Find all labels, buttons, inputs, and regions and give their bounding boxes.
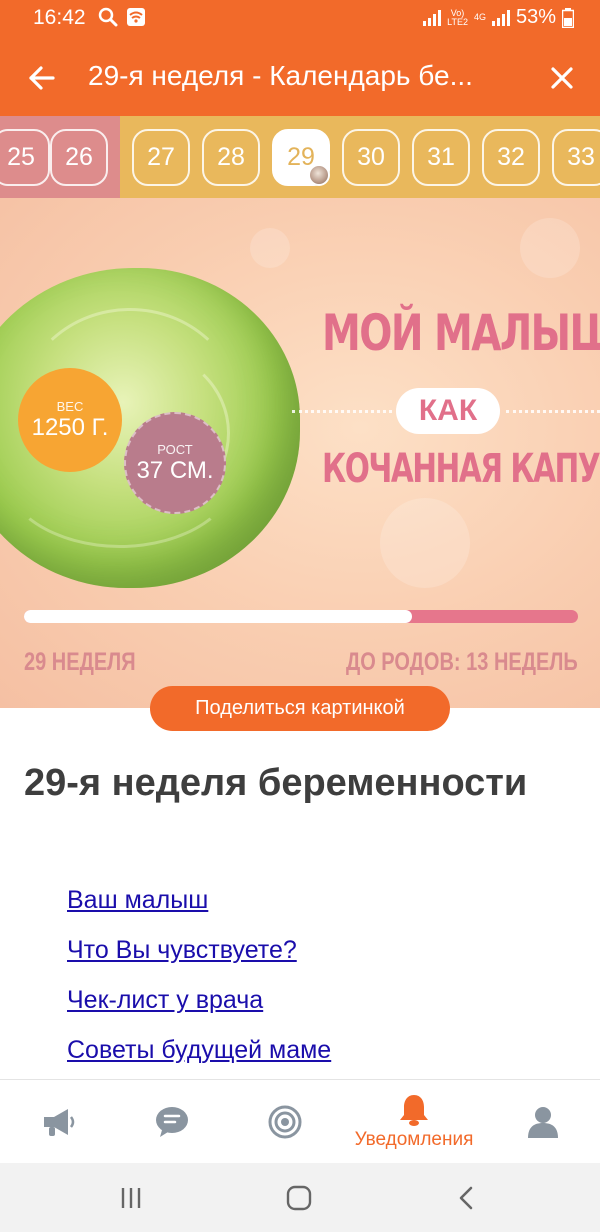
weight-badge: ВЕС 1250 Г. [18,368,122,472]
status-icons-left [98,7,146,27]
bokeh-decoration [250,228,290,268]
toc-link-baby[interactable]: Ваш малыш [67,880,331,930]
page-title: 29-я неделя - Календарь бе... [88,60,473,91]
system-back-button[interactable] [446,1180,486,1216]
toc-link-tips[interactable]: Советы будущей маме [67,1030,331,1080]
search-icon [98,7,118,27]
megaphone-icon [44,1109,75,1136]
share-image-button[interactable]: Поделиться картинкой [150,686,450,731]
close-icon [551,67,573,89]
app-bar: 29-я неделя - Календарь бе... [0,36,600,116]
chat-icon [156,1107,188,1137]
hero-dots-left [292,410,392,413]
person-icon [528,1107,558,1138]
week-selector: 25 26 27 28 29 30 31 32 33 [0,116,600,198]
target-icon [268,1105,302,1139]
hero-image[interactable]: ВЕС 1250 Г. РОСТ 37 СМ. МОЙ МАЛЫШ КАК КО… [0,198,600,708]
bottom-nav: Уведомления [0,1079,600,1163]
network-gen: 4G [473,12,486,22]
pregnancy-progress-fill [24,610,412,623]
bokeh-decoration [380,498,470,588]
home-icon [286,1185,312,1211]
week-item-25[interactable]: 25 [0,129,50,186]
height-badge: РОСТ 37 СМ. [124,412,226,514]
week-item-31[interactable]: 31 [412,129,470,186]
avatar [308,164,330,186]
signal-icon-2 [491,9,510,26]
nav-item-profile[interactable] [507,1080,579,1164]
nav-item-notifications[interactable]: Уведомления [334,1080,494,1164]
toc-link-checklist[interactable]: Чек-лист у врача [67,980,331,1030]
network-badge: Vo) LTE2 [447,8,468,27]
hero-week-label: 29 НЕДЕЛЯ [24,648,136,676]
signal-icon [423,9,442,26]
status-time: 16:42 [33,6,86,29]
height-label: РОСТ [157,441,193,457]
week-item-26[interactable]: 26 [50,129,108,186]
chevron-left-icon [459,1186,473,1210]
recent-apps-icon [121,1188,141,1208]
close-button[interactable] [542,58,582,98]
nav-label-notifications: Уведомления [354,1129,474,1150]
nav-item-goals[interactable] [249,1080,321,1164]
wifi-icon [127,8,145,26]
status-bar: 16:42 Vo) LTE2 4G 53% [0,0,600,36]
nav-item-announcements[interactable] [22,1080,94,1164]
status-right: Vo) LTE2 4G 53% [423,6,574,29]
battery-text: 53% [515,6,556,28]
week-item-28[interactable]: 28 [202,129,260,186]
bokeh-decoration [520,218,580,278]
height-value: 37 СМ. [136,456,214,484]
week-item-33[interactable]: 33 [552,129,600,186]
hero-title-line2: КОЧАННАЯ КАПУСТА [322,446,600,492]
week-item-30[interactable]: 30 [342,129,400,186]
home-button[interactable] [279,1180,319,1216]
hero-connector: КАК [396,388,500,434]
back-button[interactable] [22,58,62,98]
table-of-contents: Ваш малыш Что Вы чувствуете? Чек-лист у … [67,880,331,1080]
arrow-left-icon [29,66,55,90]
system-nav-bar [0,1163,600,1232]
weight-value: 1250 Г. [31,413,109,441]
battery-icon [562,7,574,28]
article-heading: 29-я неделя беременности [24,762,528,804]
nav-item-chat[interactable] [136,1080,208,1164]
hero-title-line1: МОЙ МАЛЫШ [322,304,600,362]
weight-label: ВЕС [56,398,84,414]
toc-link-feelings[interactable]: Что Вы чувствуете? [67,930,331,980]
week-item-27[interactable]: 27 [132,129,190,186]
pregnancy-progress-bar [24,610,578,623]
bell-icon [400,1095,428,1126]
week-item-29-active[interactable]: 29 [272,129,330,186]
network-bottom-text: LTE2 [447,16,468,27]
recent-apps-button[interactable] [111,1180,151,1216]
hero-dots-right [506,410,600,413]
hero-until-label: ДО РОДОВ: 13 НЕДЕЛЬ [346,648,578,676]
week-item-32[interactable]: 32 [482,129,540,186]
